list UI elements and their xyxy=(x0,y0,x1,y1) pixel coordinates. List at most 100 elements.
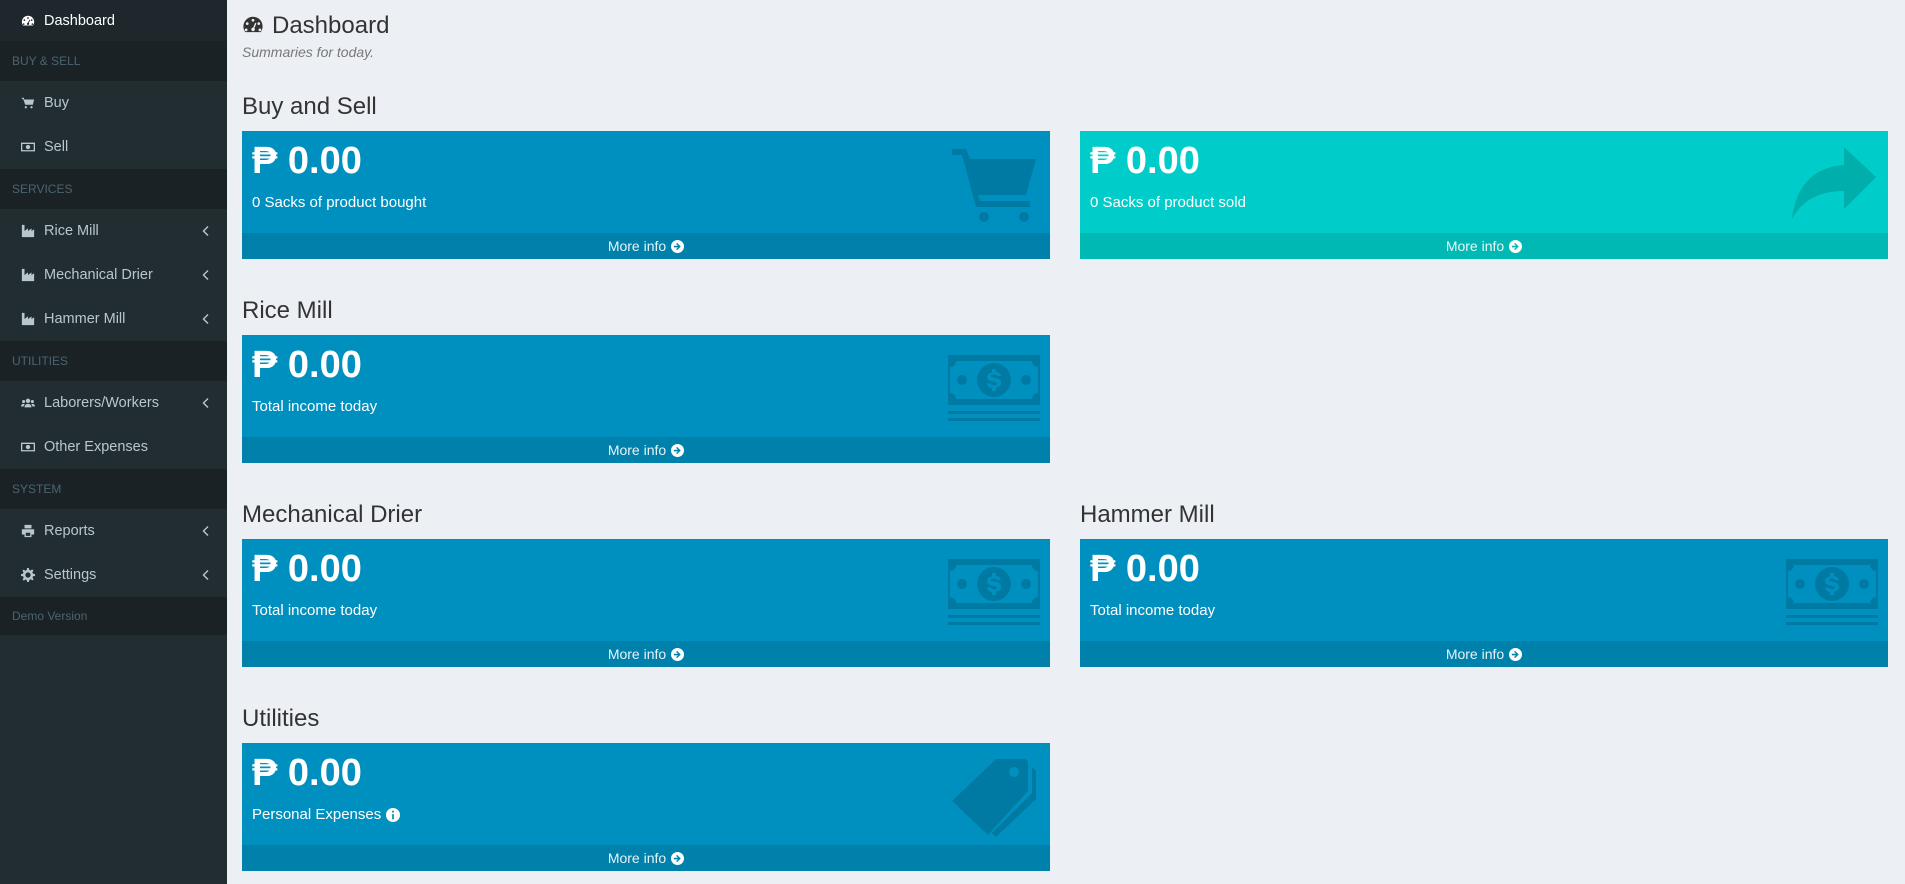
section-title-mechanical-drier: Mechanical Drier xyxy=(242,501,423,528)
sidebar-item-label: Buy xyxy=(44,95,69,111)
sidebar-item-dashboard[interactable]: Dashboard xyxy=(0,0,227,41)
more-info-link[interactable]: More info xyxy=(242,437,1050,463)
cart-icon xyxy=(21,96,35,110)
info-circle-icon[interactable] xyxy=(386,807,401,822)
sidebar-item-label: Laborers/Workers xyxy=(44,395,159,411)
sidebar-item-rice-mill[interactable]: Rice Mill xyxy=(0,209,227,253)
money-icon xyxy=(21,140,35,154)
money-bill-icon xyxy=(948,349,1040,429)
box-description: 0 Sacks of product sold xyxy=(1090,194,1246,211)
users-icon xyxy=(21,396,35,410)
box-description: 0 Sacks of product bought xyxy=(252,194,426,211)
box-amount: ₱ 0.00 xyxy=(1090,140,1200,182)
section-title-buy-sell: Buy and Sell xyxy=(242,93,377,120)
sidebar-item-label: Rice Mill xyxy=(44,223,99,239)
box-amount: ₱ 0.00 xyxy=(252,548,362,590)
sidebar: Dashboard BUY & SELL Buy Sell SERVICES R… xyxy=(0,0,227,884)
sidebar-item-label: Other Expenses xyxy=(44,439,148,455)
industry-icon xyxy=(21,224,35,238)
sidebar-item-hammer-mill[interactable]: Hammer Mill xyxy=(0,297,227,341)
arrow-circle-right-icon xyxy=(1509,239,1523,253)
chevron-left-icon xyxy=(201,525,209,537)
chevron-left-icon xyxy=(201,269,209,281)
box-personal-expenses: ₱ 0.00 Personal Expenses More info xyxy=(242,743,1050,871)
more-info-label: More info xyxy=(607,850,667,866)
box-mechanical-drier-income: ₱ 0.00 Total income today More info xyxy=(242,539,1050,667)
sidebar-item-label: Hammer Mill xyxy=(44,311,126,327)
box-amount: ₱ 0.00 xyxy=(252,752,362,794)
tag-icon xyxy=(948,757,1040,837)
arrow-circle-right-icon xyxy=(671,851,685,865)
share-arrow-icon xyxy=(1786,145,1878,225)
arrow-circle-right-icon xyxy=(671,443,685,457)
page-subtitle: Summaries for today. xyxy=(242,44,375,60)
money-bill-icon xyxy=(1786,553,1878,633)
sidebar-item-laborers[interactable]: Laborers/Workers xyxy=(0,381,227,425)
more-info-label: More info xyxy=(1445,238,1505,254)
sidebar-footer-version: Demo Version xyxy=(0,597,227,635)
money-bill-icon xyxy=(948,553,1040,633)
dashboard-icon xyxy=(242,14,266,38)
section-title-hammer-mill: Hammer Mill xyxy=(1080,501,1215,528)
sidebar-item-buy[interactable]: Buy xyxy=(0,81,227,125)
box-product-bought: ₱ 0.00 0 Sacks of product bought More in… xyxy=(242,131,1050,259)
sidebar-item-reports[interactable]: Reports xyxy=(0,509,227,553)
more-info-link[interactable]: More info xyxy=(1080,233,1888,259)
sidebar-header-buysell: BUY & SELL xyxy=(0,41,227,81)
box-rice-mill-income: ₱ 0.00 Total income today More info xyxy=(242,335,1050,463)
industry-icon xyxy=(21,312,35,326)
sidebar-item-other-expenses[interactable]: Other Expenses xyxy=(0,425,227,469)
page-title: Dashboard xyxy=(242,12,389,40)
more-info-link[interactable]: More info xyxy=(242,845,1050,871)
box-description-text: Total income today xyxy=(1090,602,1216,619)
print-icon xyxy=(21,524,35,538)
arrow-circle-right-icon xyxy=(1509,647,1523,661)
sidebar-item-label: Mechanical Drier xyxy=(44,267,153,283)
box-description-text: Personal Expenses xyxy=(252,806,382,823)
page-title-text: Dashboard xyxy=(272,12,390,39)
section-title-utilities: Utilities xyxy=(242,705,320,732)
more-info-label: More info xyxy=(1445,646,1505,662)
box-description-text: Total income today xyxy=(252,398,378,415)
chevron-left-icon xyxy=(201,397,209,409)
sidebar-header-system: SYSTEM xyxy=(0,469,227,509)
more-info-link[interactable]: More info xyxy=(242,233,1050,259)
box-description: Total income today xyxy=(252,398,377,415)
sidebar-item-sell[interactable]: Sell xyxy=(0,125,227,169)
gear-icon xyxy=(21,568,35,582)
money-icon xyxy=(21,440,35,454)
box-description-text: 0 Sacks of product sold xyxy=(1090,194,1246,211)
more-info-label: More info xyxy=(607,442,667,458)
industry-icon xyxy=(21,268,35,282)
sidebar-item-label: Sell xyxy=(44,139,69,155)
sidebar-menu: Dashboard BUY & SELL Buy Sell SERVICES R… xyxy=(0,0,227,635)
chevron-left-icon xyxy=(201,225,209,237)
sidebar-item-label: Reports xyxy=(44,523,95,539)
sidebar-item-label: Dashboard xyxy=(44,12,115,29)
box-amount: ₱ 0.00 xyxy=(252,140,362,182)
chevron-left-icon xyxy=(201,569,209,581)
shopping-cart-icon xyxy=(948,145,1040,225)
page-header: Dashboard Summaries for today. xyxy=(242,12,389,60)
box-product-sold: ₱ 0.00 0 Sacks of product sold More info xyxy=(1080,131,1888,259)
dashboard-icon xyxy=(21,14,35,28)
more-info-link[interactable]: More info xyxy=(1080,641,1888,667)
sidebar-item-label: Settings xyxy=(44,567,97,583)
arrow-circle-right-icon xyxy=(671,647,685,661)
box-description: Personal Expenses xyxy=(252,806,401,823)
box-description-text: Total income today xyxy=(252,602,378,619)
section-title-rice-mill: Rice Mill xyxy=(242,297,333,324)
sidebar-item-settings[interactable]: Settings xyxy=(0,553,227,597)
box-description: Total income today xyxy=(1090,602,1215,619)
chevron-left-icon xyxy=(201,313,209,325)
box-amount: ₱ 0.00 xyxy=(1090,548,1200,590)
box-amount: ₱ 0.00 xyxy=(252,344,362,386)
box-description-text: 0 Sacks of product bought xyxy=(252,194,427,211)
sidebar-header-utilities: UTILITIES xyxy=(0,341,227,381)
more-info-label: More info xyxy=(607,646,667,662)
sidebar-item-mechanical-drier[interactable]: Mechanical Drier xyxy=(0,253,227,297)
main-content: Dashboard Summaries for today. Buy and S… xyxy=(227,0,1905,884)
arrow-circle-right-icon xyxy=(671,239,685,253)
more-info-link[interactable]: More info xyxy=(242,641,1050,667)
sidebar-header-services: SERVICES xyxy=(0,169,227,209)
